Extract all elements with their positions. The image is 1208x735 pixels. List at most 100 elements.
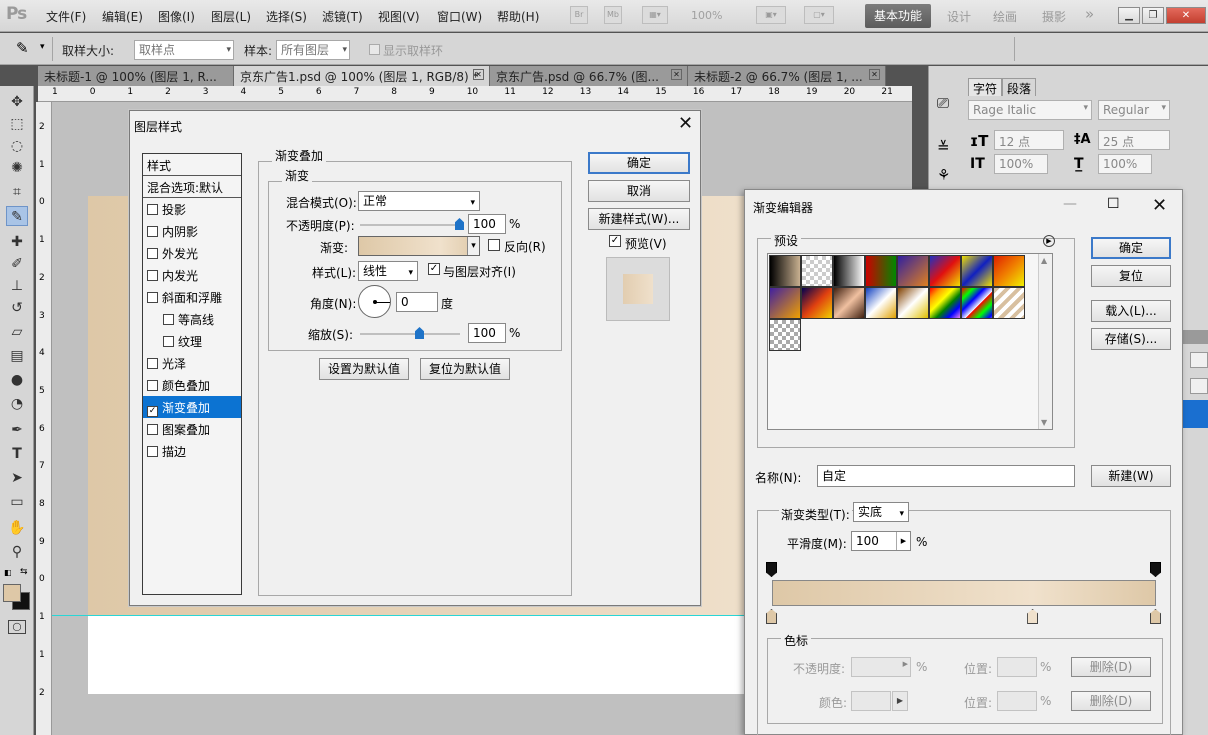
style-item[interactable]: 内阴影 xyxy=(143,220,241,242)
crop-tool-icon[interactable]: ⌗ xyxy=(6,182,28,202)
style-checkbox[interactable] xyxy=(147,292,158,303)
menu-filter[interactable]: 滤镜(T) xyxy=(322,8,363,25)
restore-icon[interactable]: ❐ xyxy=(1142,7,1164,24)
save-button[interactable]: 存储(S)... xyxy=(1091,328,1171,350)
menu-help[interactable]: 帮助(H) xyxy=(497,8,539,25)
gradient-picker[interactable]: ▾ xyxy=(358,236,480,256)
font-family-select[interactable]: Rage Italic ▾ xyxy=(968,100,1092,120)
scroll-up-icon[interactable]: ▲ xyxy=(1041,256,1047,265)
opacity-position-input[interactable] xyxy=(997,657,1037,677)
menu-file[interactable]: 文件(F) xyxy=(46,8,86,25)
close-tab-icon[interactable]: ✕ xyxy=(473,69,484,80)
panel-control[interactable] xyxy=(1190,378,1208,394)
marquee-tool-icon[interactable]: ⬚ xyxy=(6,114,28,134)
angle-dial[interactable] xyxy=(358,285,391,318)
show-sampling-ring-checkbox[interactable] xyxy=(369,44,380,55)
gradient-preview-bar[interactable] xyxy=(772,580,1156,606)
color-position-input[interactable] xyxy=(997,691,1037,711)
vertical-scale-input[interactable]: 100% xyxy=(994,154,1048,174)
style-item[interactable]: ✓ 渐变叠加 xyxy=(143,396,241,418)
blend-mode-select[interactable]: 正常 ▾ xyxy=(358,191,480,211)
brush-panel-icon[interactable]: ≚ xyxy=(937,138,950,156)
gradient-preset-swatch[interactable] xyxy=(961,255,993,287)
gradient-preset-swatch[interactable] xyxy=(929,287,961,319)
stop-color-swatch[interactable] xyxy=(851,691,891,711)
gradient-preset-swatch[interactable] xyxy=(897,287,929,319)
quick-select-tool-icon[interactable]: ✺ xyxy=(6,158,28,178)
scroll-down-icon[interactable]: ▼ xyxy=(1041,418,1047,427)
stop-color-menu-icon[interactable]: ▶ xyxy=(892,691,908,711)
doc-tab-2[interactable]: 京东广告1.psd @ 100% (图层 1, RGB/8) * ✕ xyxy=(234,66,490,86)
history-panel-icon[interactable]: ⎚ xyxy=(937,94,949,112)
default-colors-icon[interactable]: ◧ xyxy=(4,568,12,577)
doc-tab-1[interactable]: 未标题-1 @ 100% (图层 1, R... xyxy=(38,66,234,86)
scale-input[interactable]: 100 xyxy=(468,323,506,343)
new-style-button[interactable]: 新建样式(W)... xyxy=(588,208,690,230)
style-checkbox[interactable] xyxy=(147,270,158,281)
set-default-button[interactable]: 设置为默认值 xyxy=(319,358,409,380)
style-item[interactable]: 纹理 xyxy=(143,330,241,352)
selected-layer-row[interactable] xyxy=(1182,400,1208,428)
path-selection-tool-icon[interactable]: ➤ xyxy=(6,468,28,488)
style-checkbox[interactable] xyxy=(147,248,158,259)
move-tool-icon[interactable]: ✥ xyxy=(6,92,28,112)
gradient-preset-swatch[interactable] xyxy=(993,287,1025,319)
gradient-preset-swatch[interactable] xyxy=(897,255,929,287)
gradient-preset-swatch[interactable] xyxy=(769,319,801,351)
presets-menu-icon[interactable]: ▶ xyxy=(1043,235,1055,247)
zoom-tool-icon[interactable]: ⚲ xyxy=(6,542,28,562)
style-item[interactable]: 光泽 xyxy=(143,352,241,374)
gradient-preset-swatch[interactable] xyxy=(769,255,801,287)
arrange-documents-icon[interactable]: ▣▾ xyxy=(756,6,786,24)
style-item[interactable]: 等高线 xyxy=(143,308,241,330)
blur-tool-icon[interactable]: ● xyxy=(6,370,28,390)
brush-tool-icon[interactable]: ✐ xyxy=(6,254,28,274)
lasso-tool-icon[interactable]: ◌ xyxy=(6,136,28,156)
healing-brush-tool-icon[interactable]: ✚ xyxy=(6,232,28,252)
style-item[interactable]: 投影 xyxy=(143,198,241,220)
clone-stamp-tool-icon[interactable]: ⊥ xyxy=(6,276,28,296)
style-checkbox[interactable] xyxy=(147,204,158,215)
style-item[interactable]: 内发光 xyxy=(143,264,241,286)
panel-control[interactable] xyxy=(1190,352,1208,368)
leading-select[interactable]: 25 点 xyxy=(1098,130,1170,150)
foreground-color-swatch[interactable] xyxy=(3,584,21,602)
delete-color-stop-button[interactable]: 删除(D) xyxy=(1071,691,1151,711)
eraser-tool-icon[interactable]: ▱ xyxy=(6,322,28,342)
workspace-basic[interactable]: 基本功能 xyxy=(865,4,931,28)
swap-colors-icon[interactable]: ⇆ xyxy=(20,567,28,577)
load-button[interactable]: 载入(L)... xyxy=(1091,300,1171,322)
style-item[interactable]: 描边 xyxy=(143,440,241,462)
gradient-type-select[interactable]: 实底 ▾ xyxy=(853,502,909,522)
style-checkbox[interactable] xyxy=(163,336,174,347)
cancel-button[interactable]: 取消 xyxy=(588,180,690,202)
minimize-icon[interactable]: ▁ xyxy=(1118,7,1140,24)
minimize-icon[interactable]: — xyxy=(1063,196,1077,212)
menu-select[interactable]: 选择(S) xyxy=(266,8,307,25)
doc-tab-4[interactable]: 未标题-2 @ 66.7% (图层 1, ... ✕ xyxy=(688,66,886,86)
tab-paragraph[interactable]: 段落 xyxy=(1002,78,1037,96)
style-item[interactable]: 颜色叠加 xyxy=(143,374,241,396)
maximize-icon[interactable]: ☐ xyxy=(1107,196,1120,212)
clone-source-panel-icon[interactable]: ⚘ xyxy=(937,166,950,184)
workspace-design[interactable]: 设计 xyxy=(947,8,971,25)
font-style-select[interactable]: Regular ▾ xyxy=(1098,100,1170,120)
reset-button[interactable]: 复位 xyxy=(1091,265,1171,287)
style-checkbox[interactable] xyxy=(163,314,174,325)
hand-tool-icon[interactable]: ✋ xyxy=(6,518,28,538)
dodge-tool-icon[interactable]: ◔ xyxy=(6,394,28,414)
smoothness-flyout-icon[interactable]: ▶ xyxy=(896,532,910,550)
gradient-preset-swatch[interactable] xyxy=(833,255,865,287)
gradient-preset-swatch[interactable] xyxy=(801,255,833,287)
horizontal-scale-input[interactable]: 100% xyxy=(1098,154,1152,174)
style-checkbox[interactable]: ✓ xyxy=(147,406,158,417)
ok-button[interactable]: 确定 xyxy=(588,152,690,174)
gradient-preset-swatch[interactable] xyxy=(865,287,897,319)
gradient-preset-swatch[interactable] xyxy=(929,255,961,287)
preview-checkbox[interactable]: ✓ xyxy=(609,235,621,247)
more-workspaces-icon[interactable]: » xyxy=(1085,5,1094,23)
gradient-preset-swatch[interactable] xyxy=(993,255,1025,287)
pen-tool-icon[interactable]: ✒ xyxy=(6,420,28,440)
quick-mask-icon[interactable]: ◯ xyxy=(8,620,26,634)
workspace-paint[interactable]: 绘画 xyxy=(993,8,1017,25)
